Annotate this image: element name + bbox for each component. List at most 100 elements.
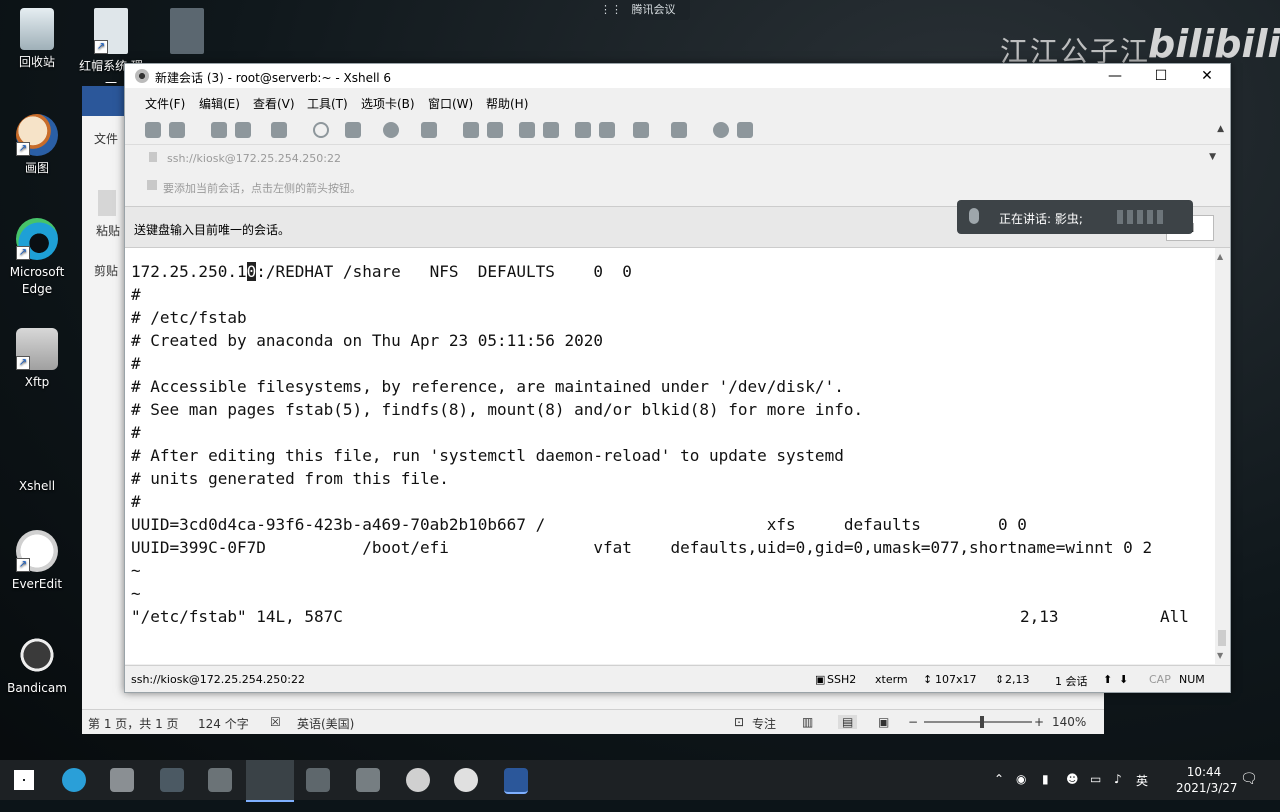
desktop-icon-bandicam[interactable]: Bandicam [2, 634, 72, 697]
menu-file[interactable]: 文件(F) [145, 95, 185, 112]
reconnect-icon[interactable] [211, 122, 227, 138]
menu-tools[interactable]: 工具(T) [307, 95, 348, 112]
explorer-taskbar-icon[interactable] [110, 768, 134, 792]
word-zoom-level[interactable]: 140% [1052, 715, 1086, 729]
terminal-line: ~ [131, 584, 141, 603]
tray-volume-icon[interactable]: ♪ [1114, 772, 1122, 812]
arrow-bookmark-icon[interactable] [147, 180, 157, 190]
recorder-taskbar-icon[interactable] [406, 768, 430, 792]
proofing-icon[interactable]: ☒ [270, 715, 281, 729]
lock-icon[interactable] [543, 122, 559, 138]
help-icon[interactable] [713, 122, 729, 138]
terminal-area[interactable]: 172.25.250.10:/REDHAT /share NFS DEFAULT… [125, 248, 1215, 664]
font-icon[interactable] [421, 122, 437, 138]
bandicam-icon [16, 634, 58, 676]
properties-icon[interactable] [271, 122, 287, 138]
new-session-icon[interactable] [145, 122, 161, 138]
document-icon: ↗ [94, 8, 128, 54]
desktop-icon-everedit[interactable]: ↗ EverEdit [2, 530, 72, 593]
recycle-bin-icon [20, 8, 54, 50]
screenshot-icon[interactable] [633, 122, 649, 138]
photos-taskbar-icon[interactable] [356, 768, 380, 792]
xshell-icon-toolbar[interactable] [487, 122, 503, 138]
menu-help[interactable]: 帮助(H) [486, 95, 528, 112]
tray-time: 10:44 [1186, 765, 1222, 779]
desktop-icon-image[interactable] [152, 8, 222, 58]
zoom-slider-thumb[interactable] [980, 716, 984, 728]
read-mode-icon[interactable]: ▥ [802, 715, 813, 729]
terminal-scrollbar[interactable]: ▲ ▼ [1215, 248, 1229, 664]
disconnect-icon[interactable] [235, 122, 251, 138]
maximize-button[interactable]: ☐ [1138, 64, 1184, 88]
tray-mic-icon[interactable]: ▮ [1042, 772, 1049, 812]
desktop-icon-xftp[interactable]: ↗ Xftp [2, 328, 72, 391]
xftp-taskbar-icon[interactable] [208, 768, 232, 792]
zoom-out-button[interactable]: − [908, 715, 918, 729]
menu-view[interactable]: 查看(V) [253, 95, 295, 112]
xshell-taskbar-icon[interactable] [246, 760, 294, 802]
speaking-text: 正在讲话: 影虫; [999, 212, 1083, 226]
upload-icon[interactable]: ⬆ [1103, 673, 1112, 686]
paste-button[interactable]: 粘贴 [96, 222, 120, 239]
meeting-taskbar-icon[interactable] [160, 768, 184, 792]
globe-icon[interactable] [383, 122, 399, 138]
terminal-line: # Accessible filesystems, by reference, … [131, 377, 844, 396]
scroll-up-icon[interactable]: ▲ [1217, 252, 1223, 261]
menu-tabs[interactable]: 选项卡(B) [361, 95, 415, 112]
qq-taskbar-icon[interactable] [454, 768, 478, 792]
web-layout-icon[interactable]: ▣ [878, 715, 889, 729]
app-taskbar-icon[interactable] [306, 768, 330, 792]
tray-qq-icon[interactable]: ☻ [1066, 772, 1079, 812]
tray-ime[interactable]: 英 [1136, 772, 1148, 812]
word-taskbar-icon[interactable] [504, 768, 528, 794]
color-scheme-icon[interactable] [345, 122, 361, 138]
chat-icon[interactable] [737, 122, 753, 138]
notifications-icon[interactable]: 🗨 [1240, 771, 1258, 811]
word-file-tab[interactable]: 文件 [94, 130, 118, 147]
tray-network-icon[interactable]: ▭ [1090, 772, 1101, 812]
tray-record-icon[interactable]: ◉ [1016, 772, 1026, 812]
print-layout-icon[interactable]: ▤ [838, 715, 858, 729]
word-page-count[interactable]: 第 1 页，共 1 页 [88, 715, 179, 732]
vim-status-file: "/etc/fstab" 14L, 587C [131, 607, 343, 626]
address-dropdown-icon[interactable]: ▼ [1209, 152, 1216, 162]
xshell-app-icon [135, 69, 149, 83]
desktop-icon-recycle-bin[interactable]: 回收站 [2, 8, 72, 71]
start-icon[interactable] [14, 770, 34, 790]
desktop-icon-paint[interactable]: ↗ 画图 [2, 114, 72, 177]
tray-chevron-icon[interactable]: ⌃ [994, 772, 1004, 812]
open-folder-icon[interactable] [169, 122, 185, 138]
close-button[interactable]: ✕ [1184, 64, 1230, 88]
zoom-in-button[interactable]: + [1034, 715, 1044, 729]
fullscreen-icon[interactable] [519, 122, 535, 138]
minimize-button[interactable]: — [1092, 64, 1138, 88]
desktop-icon-edge[interactable]: ↗ Microsoft Edge [2, 218, 72, 298]
address-bar[interactable]: ssh://kiosk@172.25.254.250:22 ▼ [139, 150, 1216, 170]
search-icon[interactable] [313, 122, 329, 138]
layout-icon[interactable] [671, 122, 687, 138]
xshell-title: 新建会话 (3) - root@serverb:~ - Xshell 6 [155, 71, 392, 85]
word-word-count[interactable]: 124 个字 [198, 715, 249, 732]
desktop-icon-xshell[interactable]: ↗ Xshell [2, 430, 183, 537]
edge-taskbar-icon[interactable] [62, 768, 86, 792]
xshell-titlebar[interactable]: 新建会话 (3) - root@serverb:~ - Xshell 6 — ☐… [125, 64, 1230, 88]
compose-icon[interactable] [599, 122, 615, 138]
zoom-slider[interactable] [924, 721, 1032, 723]
status-sessions: 1 会话 [1055, 675, 1088, 688]
scroll-down-icon[interactable]: ▼ [1217, 651, 1223, 660]
everedit-icon: ↗ [16, 530, 58, 572]
scrollbar-thumb[interactable] [1218, 630, 1226, 646]
download-icon[interactable]: ⬇ [1119, 673, 1128, 686]
menu-window[interactable]: 窗口(W) [428, 95, 473, 112]
keyboard-icon[interactable] [575, 122, 591, 138]
terminal-line: UUID=399C-0F7D /boot/efi vfat defaults,u… [131, 538, 1153, 557]
tray-clock[interactable]: 10:44 2021/3/27 [1176, 764, 1238, 804]
terminal-line: # /etc/fstab [131, 308, 247, 327]
meeting-tab[interactable]: ⋮⋮ 腾讯会议 [594, 0, 690, 20]
vim-status-position: 2,13 [1020, 607, 1059, 626]
word-focus-button[interactable]: 专注 [752, 715, 776, 732]
menu-edit[interactable]: 编辑(E) [199, 95, 240, 112]
word-language[interactable]: 英语(美国) [297, 715, 354, 732]
xftp-launch-icon[interactable] [463, 122, 479, 138]
toolbar-overflow-icon[interactable]: ▲ [1217, 124, 1224, 134]
